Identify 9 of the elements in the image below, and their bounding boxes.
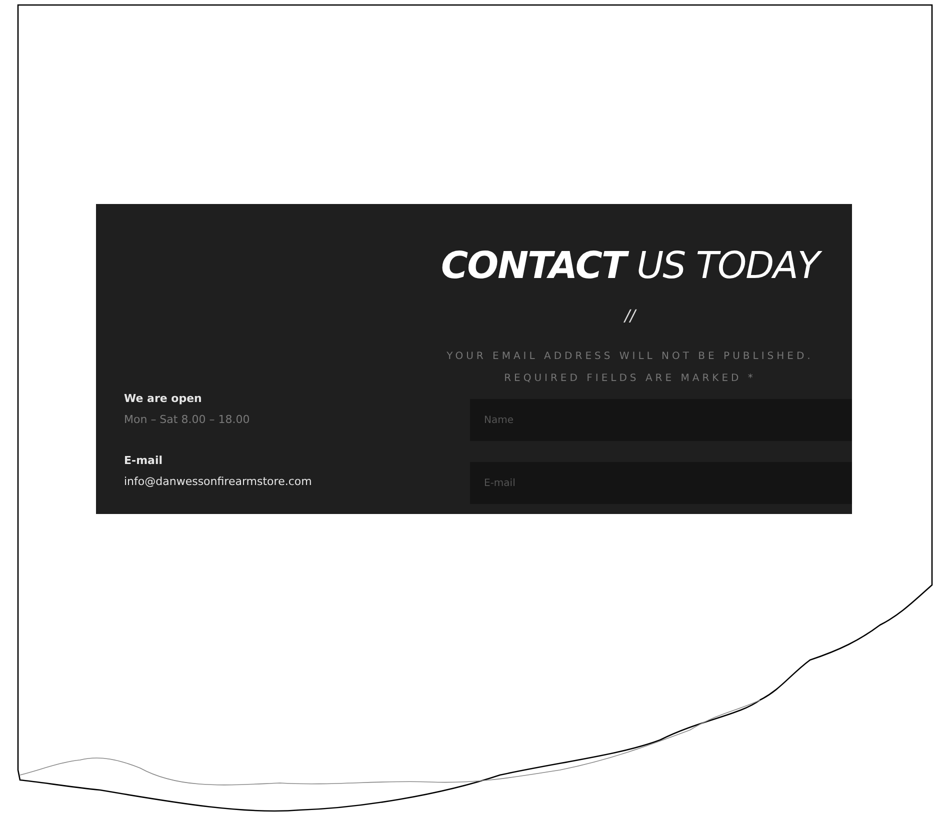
- notice-text: REQUIRED FIELDS ARE MARKED *: [504, 372, 756, 386]
- info-label: We are open: [124, 391, 203, 407]
- divider-mark: //: [624, 306, 636, 326]
- input-field[interactable]: E-mail: [470, 462, 852, 504]
- info-label: E-mail: [124, 453, 164, 469]
- notice-text: YOUR EMAIL ADDRESS WILL NOT BE PUBLISHED.: [446, 350, 814, 364]
- info-value: info@danwessonfirearmstore.com: [124, 474, 313, 490]
- info-value: Mon – Sat 8.00 – 18.00: [124, 412, 251, 428]
- input-field[interactable]: Name: [470, 399, 852, 441]
